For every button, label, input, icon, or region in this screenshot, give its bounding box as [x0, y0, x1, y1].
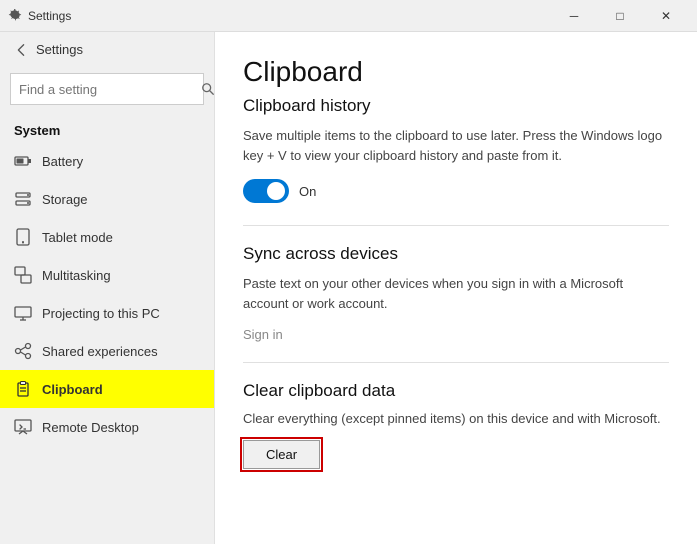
sidebar-item-tablet-mode[interactable]: Tablet mode: [0, 218, 214, 256]
clipboard-toggle-row: On: [243, 179, 669, 203]
section-divider-2: [243, 362, 669, 363]
sidebar-item-projecting-label: Projecting to this PC: [42, 306, 160, 321]
clear-button[interactable]: Clear: [243, 440, 320, 469]
shared-icon: [14, 342, 32, 360]
back-label: Settings: [36, 42, 83, 57]
titlebar: Settings ─ □ ✕: [0, 0, 697, 32]
sidebar-item-projecting[interactable]: Projecting to this PC: [0, 294, 214, 332]
sidebar-item-storage-label: Storage: [42, 192, 88, 207]
sidebar-item-remote-label: Remote Desktop: [42, 420, 139, 435]
battery-icon: [14, 152, 32, 170]
storage-icon: [14, 190, 32, 208]
toggle-knob: [267, 182, 285, 200]
back-icon: [14, 43, 28, 57]
projecting-icon: [14, 304, 32, 322]
clipboard-icon: [14, 380, 32, 398]
sidebar-item-battery[interactable]: Battery: [0, 142, 214, 180]
sync-title: Sync across devices: [243, 244, 669, 264]
sidebar-item-tablet-label: Tablet mode: [42, 230, 113, 245]
sidebar-item-clipboard[interactable]: Clipboard: [0, 370, 214, 408]
sidebar-item-multitasking[interactable]: Multitasking: [0, 256, 214, 294]
sidebar-item-battery-label: Battery: [42, 154, 83, 169]
sidebar-item-shared-experiences[interactable]: Shared experiences: [0, 332, 214, 370]
sidebar-item-storage[interactable]: Storage: [0, 180, 214, 218]
search-box[interactable]: [10, 73, 204, 105]
titlebar-controls: ─ □ ✕: [551, 0, 689, 32]
sidebar-item-multitasking-label: Multitasking: [42, 268, 111, 283]
close-button[interactable]: ✕: [643, 0, 689, 32]
clear-title: Clear clipboard data: [243, 381, 669, 401]
minimize-button[interactable]: ─: [551, 0, 597, 32]
sidebar: Settings System Battery: [0, 32, 215, 544]
page-title: Clipboard: [243, 56, 669, 88]
back-button[interactable]: Settings: [0, 32, 214, 67]
multitasking-icon: [14, 266, 32, 284]
remote-icon: [14, 418, 32, 436]
section-divider-1: [243, 225, 669, 226]
sign-in-link[interactable]: Sign in: [243, 327, 669, 342]
search-icon: [201, 82, 215, 96]
settings-icon: [8, 9, 22, 23]
clipboard-history-title: Clipboard history: [243, 96, 669, 116]
tablet-icon: [14, 228, 32, 246]
sidebar-item-shared-label: Shared experiences: [42, 344, 158, 359]
clipboard-history-desc: Save multiple items to the clipboard to …: [243, 126, 669, 165]
titlebar-title: Settings: [28, 9, 551, 23]
sidebar-section-label: System: [0, 115, 214, 142]
app-container: Settings System Battery: [0, 32, 697, 544]
clear-desc: Clear everything (except pinned items) o…: [243, 411, 669, 426]
toggle-label: On: [299, 184, 316, 199]
content-area: Clipboard Clipboard history Save multipl…: [215, 32, 697, 544]
search-input[interactable]: [19, 82, 195, 97]
sidebar-item-remote-desktop[interactable]: Remote Desktop: [0, 408, 214, 446]
sync-desc: Paste text on your other devices when yo…: [243, 274, 669, 313]
clipboard-toggle[interactable]: [243, 179, 289, 203]
maximize-button[interactable]: □: [597, 0, 643, 32]
sidebar-item-clipboard-label: Clipboard: [42, 382, 103, 397]
